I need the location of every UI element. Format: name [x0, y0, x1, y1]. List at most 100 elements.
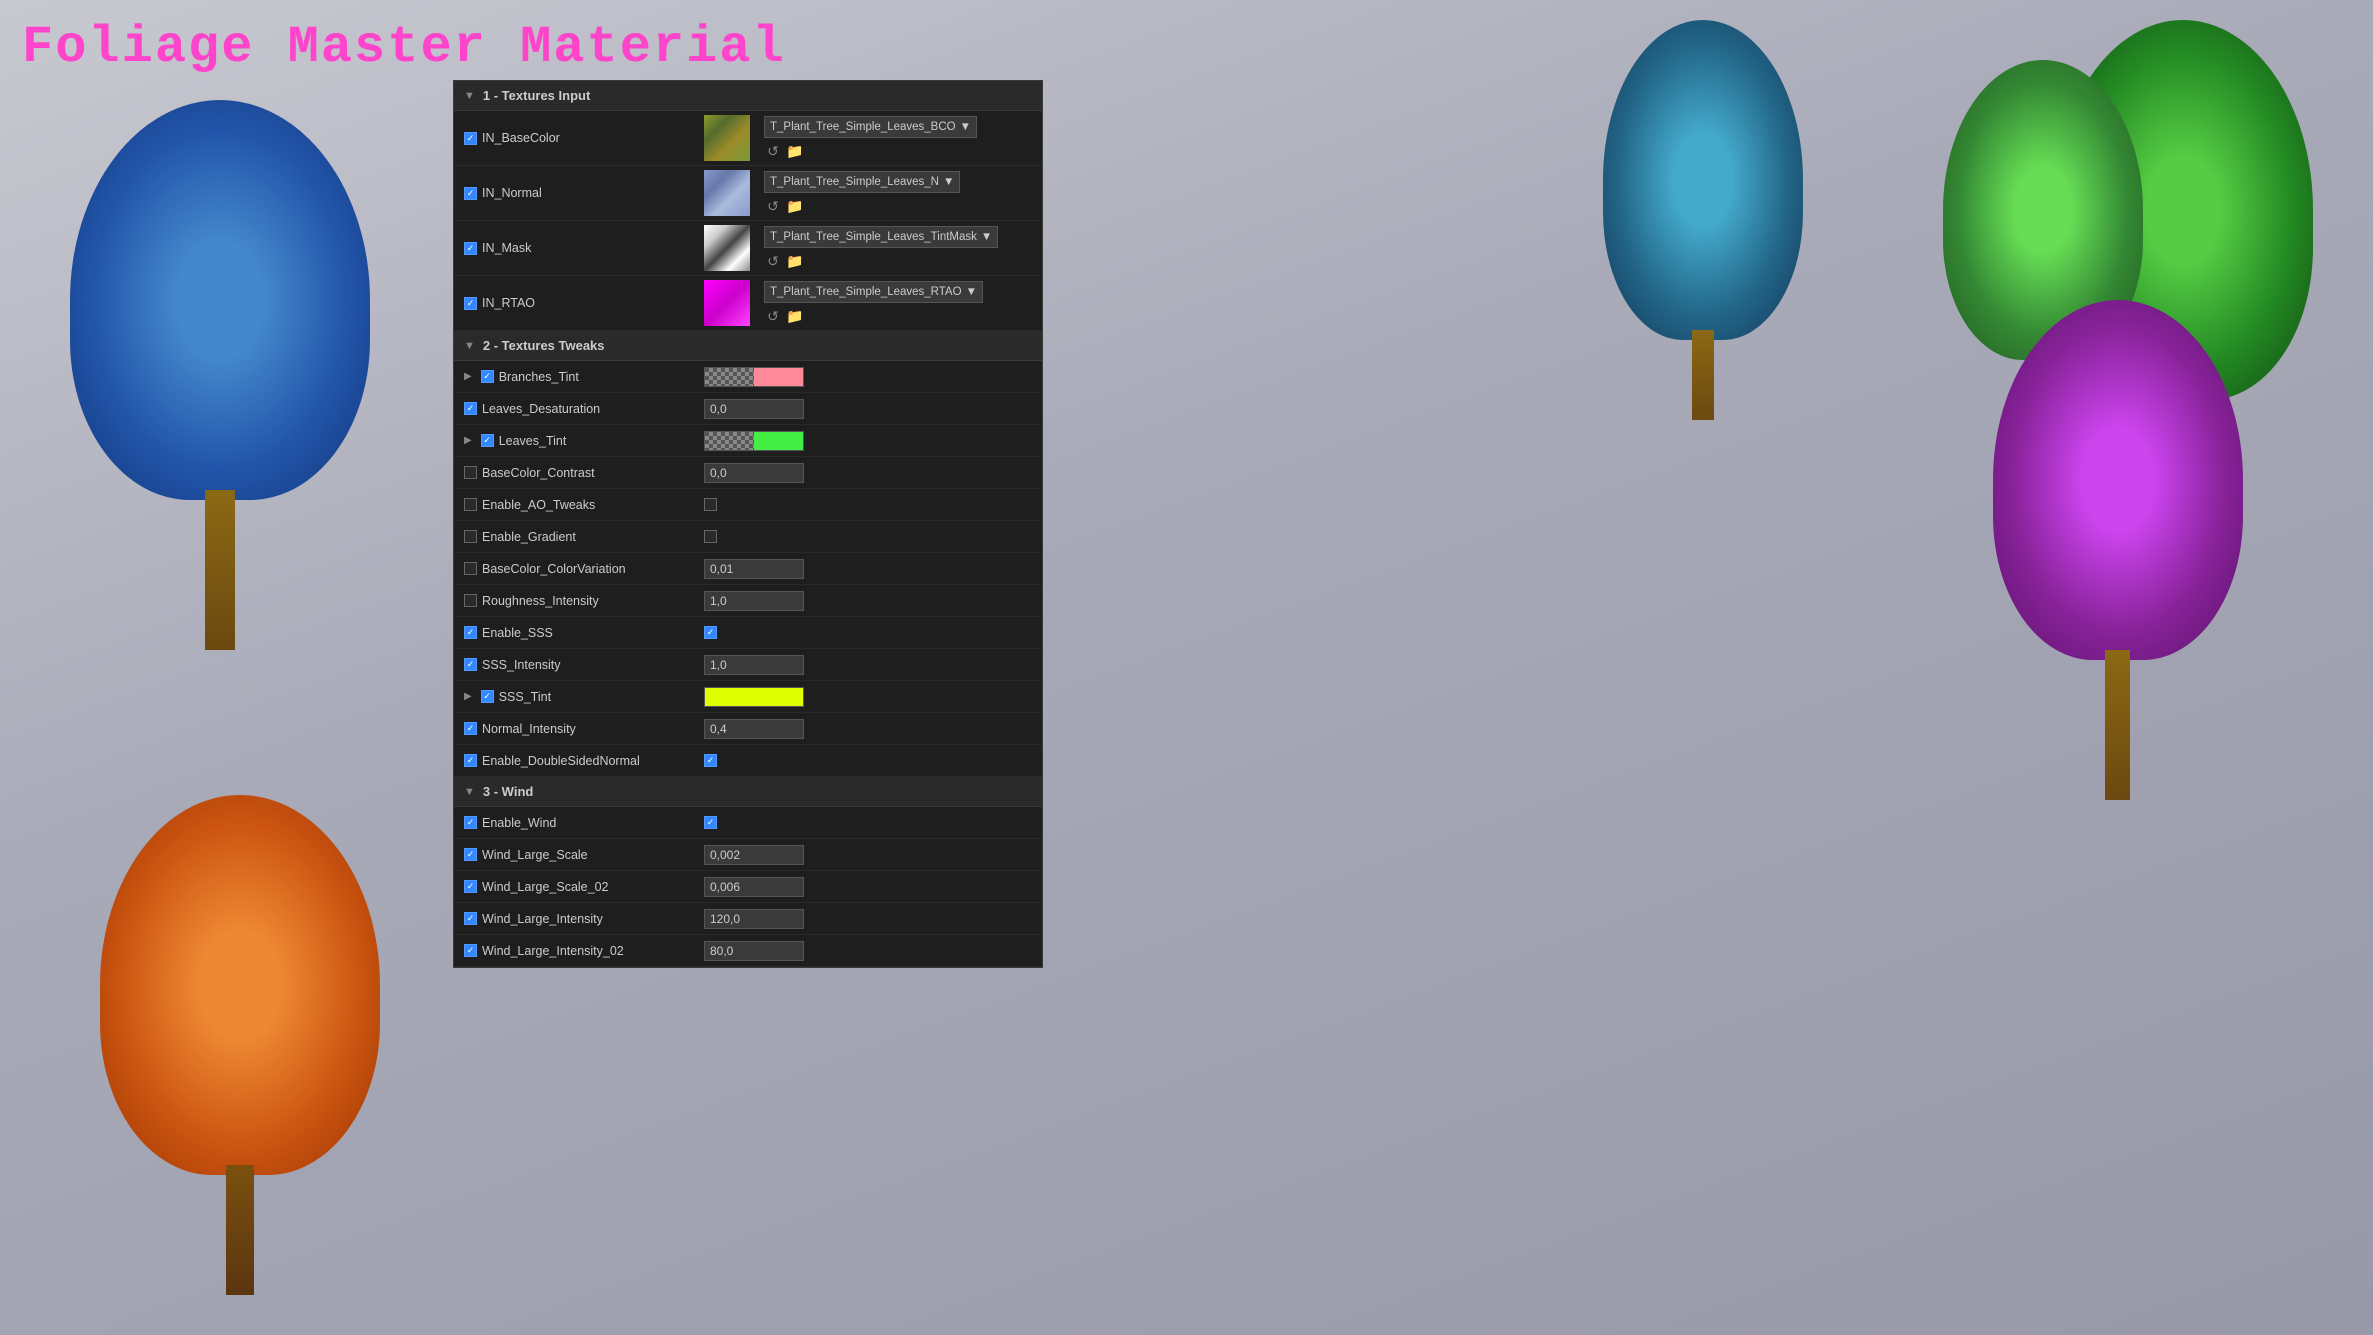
param-label-area: BaseColor_Contrast	[464, 466, 704, 480]
section-arrow: ▼	[464, 90, 475, 102]
input-basecolor-colorvariation[interactable]	[704, 559, 804, 579]
reset-icon[interactable]: ↺	[764, 143, 782, 161]
texture-action-icons: ↺ 📁	[764, 253, 998, 271]
browse-icon[interactable]: 📁	[786, 308, 804, 326]
param-label-area: ▶ Leaves_Tint	[464, 434, 704, 448]
input-wind-large-intensity-02[interactable]	[704, 941, 804, 961]
param-name-enable-gradient: Enable_Gradient	[482, 530, 576, 544]
param-row-basecolor-contrast: BaseColor_Contrast	[454, 457, 1042, 489]
checkbox-enable-ao-tweaks[interactable]	[464, 498, 477, 511]
param-label-area: SSS_Intensity	[464, 658, 704, 672]
section-title: 1 - Textures Input	[483, 88, 590, 103]
number-value-area	[704, 877, 1032, 897]
number-value-area	[704, 941, 1032, 961]
reset-icon[interactable]: ↺	[764, 308, 782, 326]
bool-value-area	[704, 754, 1032, 767]
tree-decoration	[1993, 300, 2273, 800]
value-checkbox-wind[interactable]	[704, 816, 717, 829]
param-label-area: BaseColor_ColorVariation	[464, 562, 704, 576]
checkbox-in-basecolor[interactable]	[464, 132, 477, 145]
color-value-area	[704, 431, 1032, 451]
reset-icon[interactable]: ↺	[764, 253, 782, 271]
checkbox-roughness-intensity[interactable]	[464, 594, 477, 607]
number-value-area	[704, 655, 1032, 675]
param-label-area: Enable_AO_Tweaks	[464, 498, 704, 512]
param-label-area: IN_Mask	[464, 241, 704, 255]
input-sss-intensity[interactable]	[704, 655, 804, 675]
input-roughness-intensity[interactable]	[704, 591, 804, 611]
param-label-area: Leaves_Desaturation	[464, 402, 704, 416]
texture-name: T_Plant_Tree_Simple_Leaves_TintMask	[770, 231, 977, 243]
param-label-area: Roughness_Intensity	[464, 594, 704, 608]
param-name-enable-wind: Enable_Wind	[482, 816, 556, 830]
section-arrow: ▼	[464, 786, 475, 798]
checkbox-sss-intensity[interactable]	[464, 658, 477, 671]
checkbox-enable-doublesidednormal[interactable]	[464, 754, 477, 767]
param-label-area: IN_RTAO	[464, 296, 704, 310]
input-wind-large-intensity[interactable]	[704, 909, 804, 929]
texture-value-area: T_Plant_Tree_Simple_Leaves_N ▼ ↺ 📁	[704, 170, 1032, 216]
value-checkbox-sss[interactable]	[704, 626, 717, 639]
checkbox-enable-wind[interactable]	[464, 816, 477, 829]
checkbox-wind-large-scale[interactable]	[464, 848, 477, 861]
param-label-area: ▶ Branches_Tint	[464, 370, 704, 384]
checkbox-branches-tint[interactable]	[481, 370, 494, 383]
expand-arrow-icon[interactable]: ▶	[464, 435, 472, 446]
value-checkbox-gradient[interactable]	[704, 530, 717, 543]
checkbox-leaves-tint[interactable]	[481, 434, 494, 447]
browse-icon[interactable]: 📁	[786, 253, 804, 271]
param-name-leaves-tint: Leaves_Tint	[499, 434, 567, 448]
section-textures-tweaks[interactable]: ▼ 2 - Textures Tweaks	[454, 331, 1042, 361]
checkbox-in-normal[interactable]	[464, 187, 477, 200]
color-swatch-leaves-tint[interactable]	[704, 431, 804, 451]
input-wind-large-scale[interactable]	[704, 845, 804, 865]
texture-name: T_Plant_Tree_Simple_Leaves_BCO	[770, 121, 956, 133]
color-swatch-branches-tint[interactable]	[704, 367, 804, 387]
checkbox-basecolor-contrast[interactable]	[464, 466, 477, 479]
checkbox-basecolor-colorvariation[interactable]	[464, 562, 477, 575]
texture-name: T_Plant_Tree_Simple_Leaves_N	[770, 176, 939, 188]
checkbox-enable-sss[interactable]	[464, 626, 477, 639]
input-wind-large-scale-02[interactable]	[704, 877, 804, 897]
checkbox-enable-gradient[interactable]	[464, 530, 477, 543]
checkbox-normal-intensity[interactable]	[464, 722, 477, 735]
checkbox-wind-large-intensity-02[interactable]	[464, 944, 477, 957]
param-name-normal-intensity: Normal_Intensity	[482, 722, 576, 736]
section-textures-input[interactable]: ▼ 1 - Textures Input	[454, 81, 1042, 111]
param-row-wind-large-intensity-02: Wind_Large_Intensity_02	[454, 935, 1042, 967]
expand-arrow-icon[interactable]: ▶	[464, 691, 472, 702]
checkbox-wind-large-intensity[interactable]	[464, 912, 477, 925]
color-swatch-sss-tint[interactable]	[704, 687, 804, 707]
value-checkbox-ao-tweaks[interactable]	[704, 498, 717, 511]
param-label-area: Normal_Intensity	[464, 722, 704, 736]
texture-thumb-mask	[704, 225, 750, 271]
section-arrow: ▼	[464, 340, 475, 352]
reset-icon[interactable]: ↺	[764, 198, 782, 216]
param-name-wind-large-scale: Wind_Large_Scale	[482, 848, 588, 862]
material-panel: ▼ 1 - Textures Input IN_BaseColor T_Plan…	[453, 80, 1043, 968]
input-leaves-desaturation[interactable]	[704, 399, 804, 419]
checkbox-leaves-desaturation[interactable]	[464, 402, 477, 415]
checkbox-in-rtao[interactable]	[464, 297, 477, 310]
input-normal-intensity[interactable]	[704, 719, 804, 739]
texture-info: T_Plant_Tree_Simple_Leaves_BCO ▼ ↺ 📁	[764, 116, 977, 161]
texture-dropdown-mask[interactable]: T_Plant_Tree_Simple_Leaves_TintMask ▼	[764, 226, 998, 248]
checkbox-sss-tint[interactable]	[481, 690, 494, 703]
value-checkbox-doublesidednormal[interactable]	[704, 754, 717, 767]
browse-icon[interactable]: 📁	[786, 198, 804, 216]
texture-dropdown-normal[interactable]: T_Plant_Tree_Simple_Leaves_N ▼	[764, 171, 960, 193]
param-label-area: Enable_Gradient	[464, 530, 704, 544]
color-value-area	[704, 687, 1032, 707]
section-wind[interactable]: ▼ 3 - Wind	[454, 777, 1042, 807]
texture-dropdown-rtao[interactable]: T_Plant_Tree_Simple_Leaves_RTAO ▼	[764, 281, 983, 303]
texture-dropdown-basecolor[interactable]: T_Plant_Tree_Simple_Leaves_BCO ▼	[764, 116, 977, 138]
checkbox-wind-large-scale-02[interactable]	[464, 880, 477, 893]
input-basecolor-contrast[interactable]	[704, 463, 804, 483]
bool-value-area	[704, 498, 1032, 511]
texture-name: T_Plant_Tree_Simple_Leaves_RTAO	[770, 286, 962, 298]
browse-icon[interactable]: 📁	[786, 143, 804, 161]
param-row-wind-large-scale: Wind_Large_Scale	[454, 839, 1042, 871]
checkbox-in-mask[interactable]	[464, 242, 477, 255]
number-value-area	[704, 719, 1032, 739]
expand-arrow-icon[interactable]: ▶	[464, 371, 472, 382]
